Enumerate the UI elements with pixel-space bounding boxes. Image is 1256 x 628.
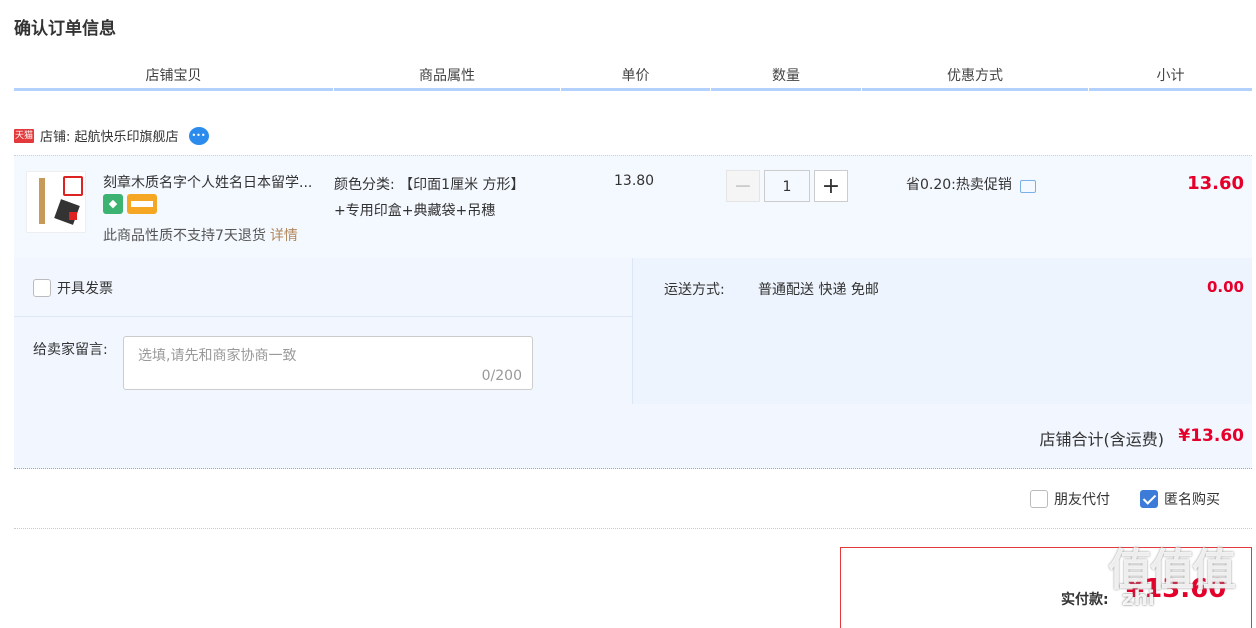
product-property-line2: +专用印盒+典藏袋+吊穗: [334, 203, 496, 219]
column-header: 店铺宝贝 商品属性 单价 数量 优惠方式 小计: [14, 60, 1252, 92]
column-properties: 商品属性: [334, 60, 560, 91]
unit-price: 13.80: [614, 173, 655, 189]
promotion-info: 省0.20:热卖促销: [906, 174, 1036, 194]
return-policy-notice: 此商品性质不支持7天退货 详情: [103, 228, 298, 244]
friend-pay-checkbox[interactable]: [1030, 490, 1048, 508]
wangwang-chat-icon[interactable]: •••: [188, 126, 209, 145]
quantity-input[interactable]: 1: [764, 170, 810, 202]
column-discount: 优惠方式: [862, 60, 1088, 91]
order-options: 开具发票 给卖家留言: 选填,请先和商家协商一致 0/200 运送方式: 普通配…: [14, 258, 1252, 404]
comment-icon[interactable]: [1019, 179, 1036, 193]
promotion-text: 省0.20:热卖促销: [906, 177, 1012, 193]
increase-quantity-button[interactable]: +: [814, 170, 848, 202]
product-property-line1: 颜色分类: 【印面1厘米 方形】: [334, 177, 525, 193]
order-item-row: 刻章木质名字个人姓名日本留学... ◆ 此商品性质不支持7天退货 详情 颜色分类:…: [14, 155, 1252, 259]
shop-total-label: 店铺合计(含运费): [1039, 430, 1165, 449]
anonymous-label: 匿名购买: [1164, 492, 1220, 508]
service-icons: ◆: [103, 194, 157, 214]
column-shop-item: 店铺宝贝: [14, 60, 333, 91]
invoice-checkbox[interactable]: [33, 279, 51, 297]
invoice-label: 开具发票: [57, 281, 113, 297]
invoice-message-panel: 开具发票 给卖家留言: 选填,请先和商家协商一致 0/200: [14, 258, 633, 404]
extra-options: 朋友代付 匿名购买: [1030, 489, 1220, 509]
anonymous-option[interactable]: 匿名购买: [1140, 489, 1220, 509]
shop-total-bar: 店铺合计(含运费) ¥13.60: [14, 404, 1252, 469]
item-subtotal: 13.60: [1187, 173, 1244, 194]
column-quantity: 数量: [711, 60, 861, 91]
tmall-badge-icon: 天猫: [14, 128, 34, 143]
seller-message-textarea[interactable]: 选填,请先和商家协商一致 0/200: [123, 336, 533, 390]
watermark-domain: zhi: [1122, 586, 1155, 610]
invoice-option[interactable]: 开具发票: [33, 278, 113, 298]
payment-label: 实付款:: [1061, 592, 1109, 608]
quantity-stepper: − 1 +: [726, 170, 848, 202]
message-placeholder: 选填,请先和商家协商一致: [138, 348, 297, 364]
shop-name[interactable]: 店铺: 起航快乐印旗舰店: [40, 126, 179, 145]
anonymous-checkbox[interactable]: [1140, 490, 1158, 508]
product-name[interactable]: 刻章木质名字个人姓名日本留学...: [103, 172, 333, 192]
shipping-method: 普通配送 快递 免邮: [758, 282, 879, 298]
product-thumbnail[interactable]: [26, 171, 86, 233]
guarantee-icon: ◆: [103, 194, 123, 214]
decrease-quantity-button[interactable]: −: [726, 170, 760, 202]
shop-header: 天猫 店铺: 起航快乐印旗舰店 •••: [14, 126, 209, 145]
shipping-fee: 0.00: [1206, 278, 1244, 296]
message-label: 给卖家留言:: [33, 342, 108, 358]
shipping-label: 运送方式:: [664, 282, 725, 298]
column-subtotal: 小计: [1089, 60, 1252, 91]
friend-pay-label: 朋友代付: [1054, 492, 1110, 508]
page-title: 确认订单信息: [14, 19, 116, 39]
message-counter: 0/200: [481, 368, 522, 384]
section-divider: [14, 528, 1252, 530]
shop-total-value: ¥13.60: [1178, 426, 1244, 446]
credit-card-icon: [127, 194, 157, 214]
column-unit-price: 单价: [561, 60, 710, 91]
return-policy-detail-link[interactable]: 详情: [270, 228, 298, 244]
friend-pay-option[interactable]: 朋友代付: [1030, 489, 1110, 509]
